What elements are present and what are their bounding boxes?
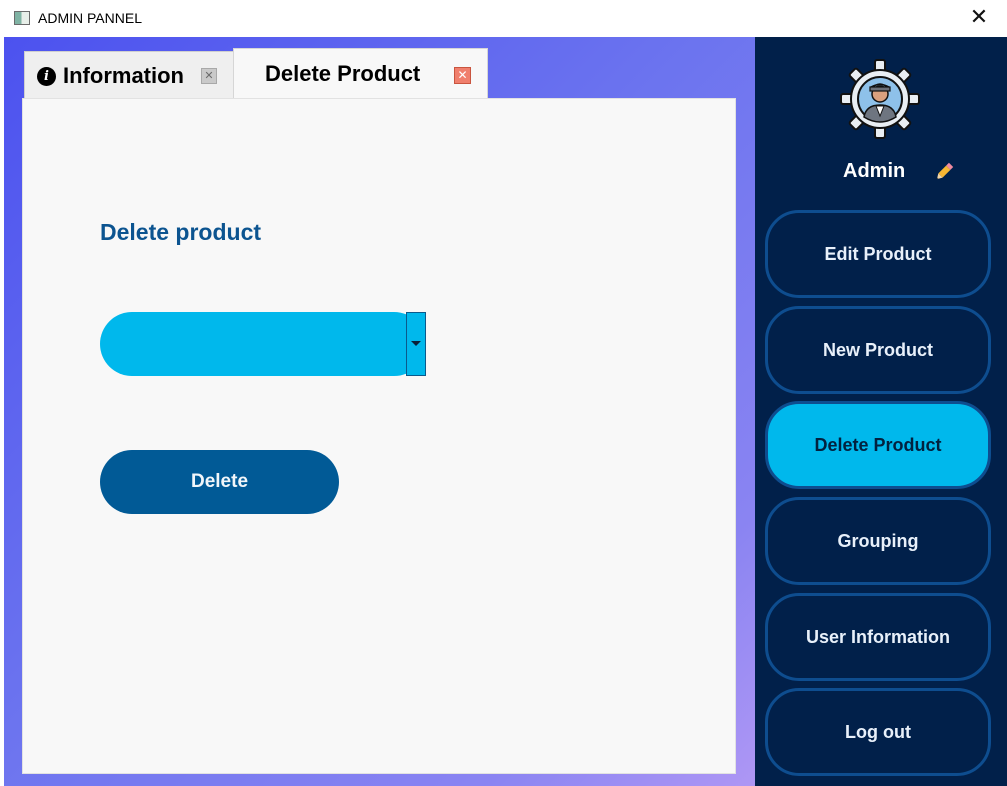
title-bar: ADMIN PANNEL ✕ — [0, 0, 1007, 37]
chevron-down-icon[interactable] — [406, 312, 426, 376]
sidebar-item-delete-product[interactable]: Delete Product — [765, 401, 991, 489]
sidebar: Admin Edit Product New Product Delete Pr… — [755, 37, 1007, 786]
tab-information[interactable]: i Information ✕ — [24, 51, 234, 99]
tab-content-panel: Delete product Delete — [22, 98, 736, 774]
product-select-field[interactable] — [100, 312, 426, 376]
sidebar-item-new-product[interactable]: New Product — [765, 306, 991, 394]
tab-delete-product-label: Delete Product — [265, 61, 421, 86]
pencil-icon[interactable] — [933, 161, 955, 183]
app-icon — [14, 11, 30, 25]
window-title: ADMIN PANNEL — [38, 10, 142, 26]
tab-information-label: Information — [63, 63, 184, 88]
window-close-button[interactable]: ✕ — [967, 4, 991, 32]
info-icon: i — [37, 67, 56, 86]
tab-delete-product[interactable]: Delete Product ✕ — [233, 48, 488, 100]
admin-name: Admin — [843, 160, 906, 182]
delete-button[interactable]: Delete — [100, 450, 339, 514]
sidebar-item-grouping[interactable]: Grouping — [765, 497, 991, 585]
admin-avatar-icon — [840, 59, 920, 139]
tab-information-close-icon[interactable]: ✕ — [201, 68, 217, 84]
product-select[interactable] — [100, 312, 426, 376]
client-area: i Information ✕ Delete Product ✕ Delete … — [4, 37, 1007, 786]
page-title: Delete product — [100, 219, 262, 245]
sidebar-item-edit-product[interactable]: Edit Product — [765, 210, 991, 298]
sidebar-item-log-out[interactable]: Log out — [765, 688, 991, 776]
sidebar-item-user-information[interactable]: User Information — [765, 593, 991, 681]
tab-delete-product-close-icon[interactable]: ✕ — [454, 67, 471, 84]
